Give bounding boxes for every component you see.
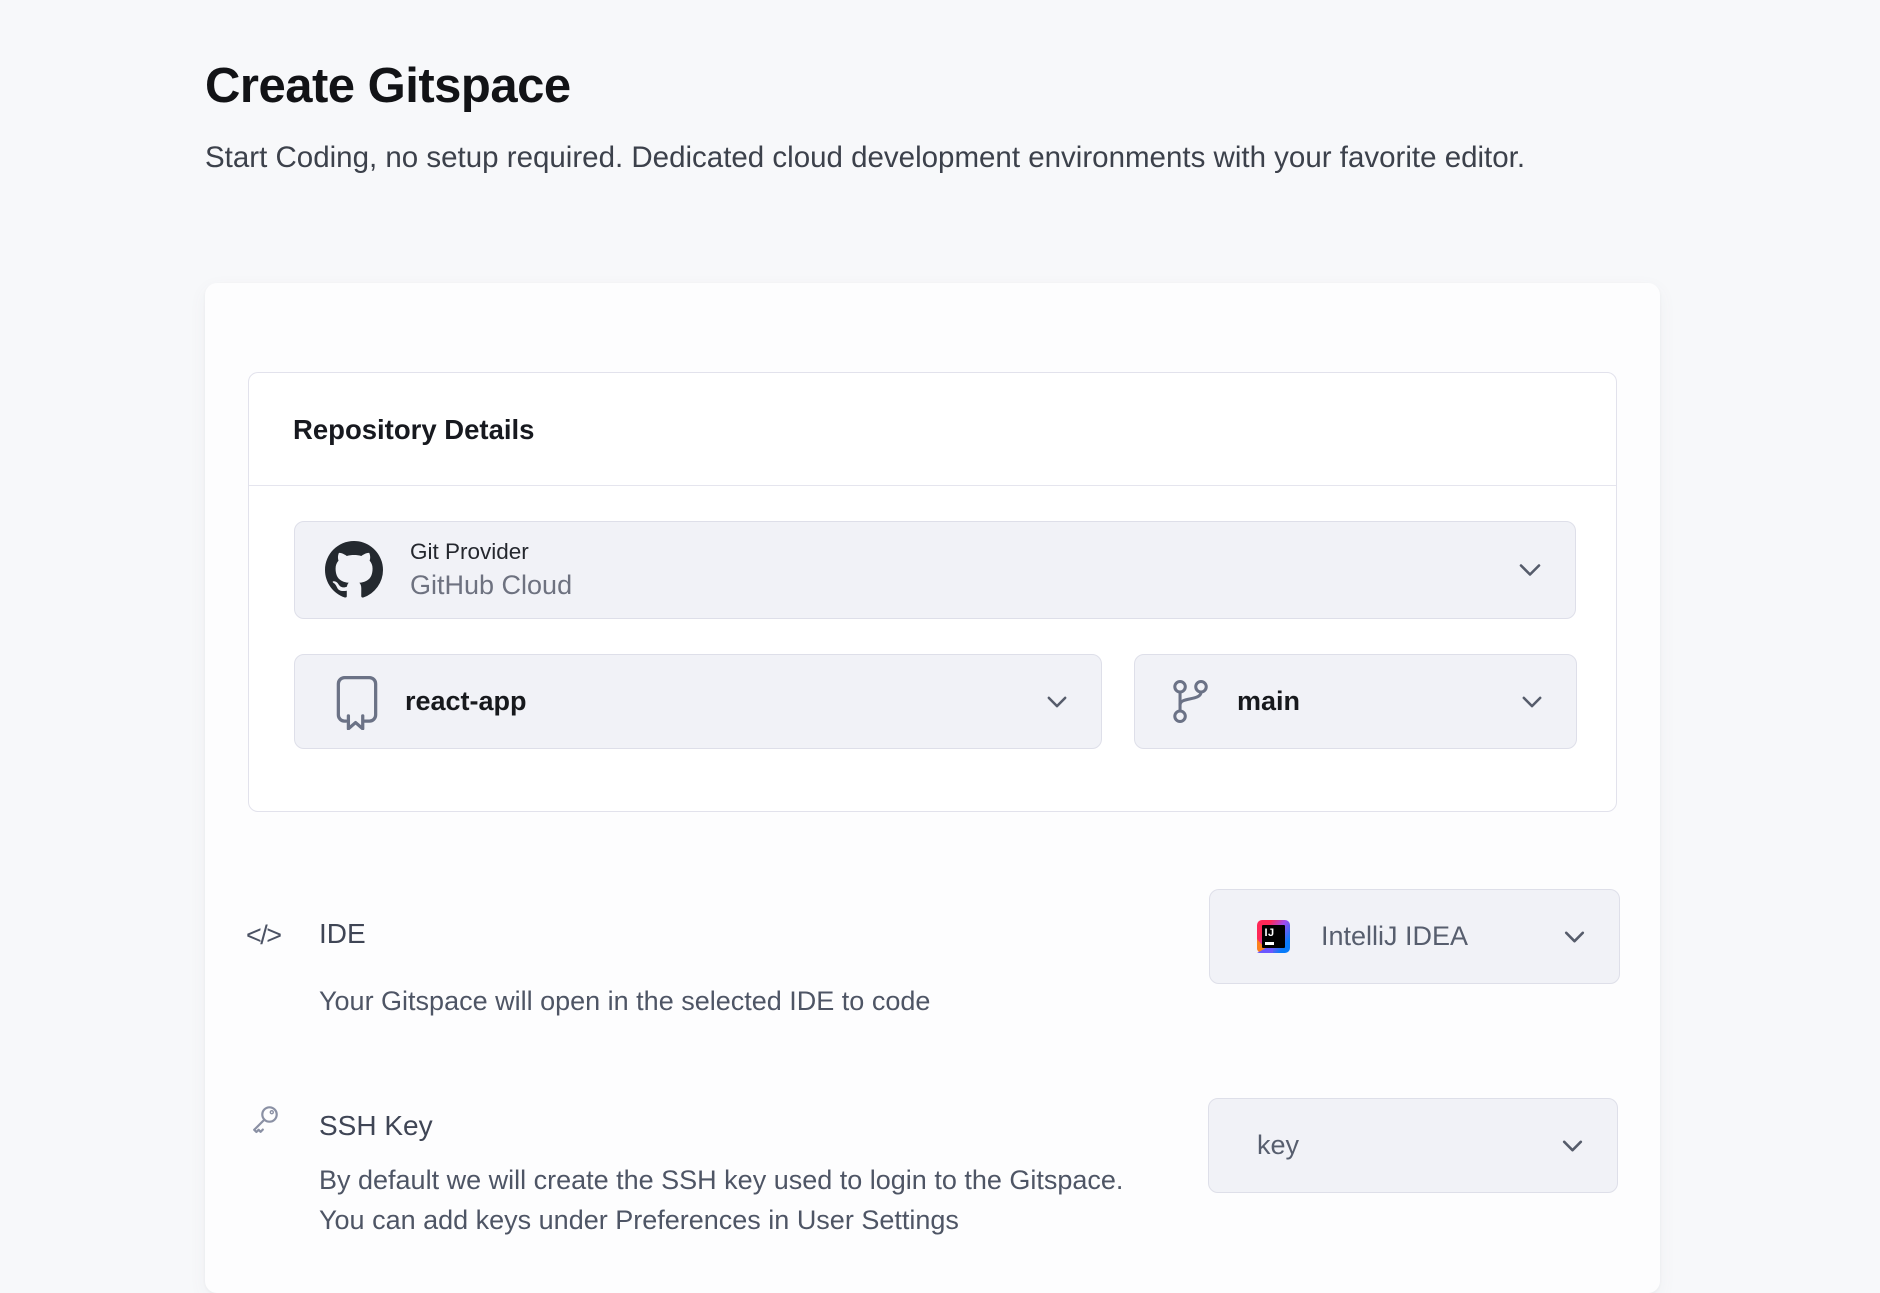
- chevron-down-icon: [1522, 696, 1542, 708]
- ide-description: Your Gitspace will open in the selected …: [319, 986, 930, 1017]
- ssh-key-description: By default we will create the SSH key us…: [319, 1160, 1123, 1240]
- ide-selected-value: IntelliJ IDEA: [1321, 921, 1468, 952]
- ssh-key-selected-value: key: [1257, 1130, 1299, 1161]
- chevron-down-icon: [1519, 564, 1541, 577]
- chevron-down-icon: [1047, 696, 1067, 708]
- repo-book-icon: [335, 674, 379, 730]
- intellij-idea-icon: IJ: [1257, 920, 1290, 953]
- repository-select[interactable]: react-app: [294, 654, 1102, 749]
- ssh-key-select[interactable]: key: [1208, 1098, 1618, 1193]
- ide-select[interactable]: IJ IntelliJ IDEA: [1209, 889, 1620, 984]
- page-title: Create Gitspace: [205, 58, 571, 114]
- git-provider-label: Git Provider: [410, 539, 572, 565]
- ide-label: IDE: [319, 918, 366, 950]
- ssh-key-label: SSH Key: [319, 1110, 433, 1142]
- chevron-down-icon: [1562, 1140, 1583, 1152]
- github-icon: [325, 541, 383, 599]
- code-icon: </>: [246, 920, 281, 951]
- repository-details-title: Repository Details: [293, 414, 534, 446]
- intellij-logo-text: IJ: [1265, 927, 1275, 939]
- branch-select[interactable]: main: [1134, 654, 1577, 749]
- git-provider-value: GitHub Cloud: [410, 570, 572, 601]
- key-icon: [247, 1104, 281, 1143]
- repository-details-card: Repository Details Git Provider GitHub C…: [248, 372, 1617, 812]
- repository-value: react-app: [405, 686, 527, 717]
- repository-details-header: Repository Details: [249, 373, 1616, 486]
- git-provider-select[interactable]: Git Provider GitHub Cloud: [294, 521, 1576, 619]
- ssh-key-description-line1: By default we will create the SSH key us…: [319, 1160, 1123, 1200]
- page-subtitle: Start Coding, no setup required. Dedicat…: [205, 136, 1675, 180]
- chevron-down-icon: [1564, 931, 1585, 943]
- branch-value: main: [1237, 686, 1300, 717]
- ssh-key-description-line2: You can add keys under Preferences in Us…: [319, 1200, 1123, 1240]
- git-branch-icon: [1171, 678, 1211, 725]
